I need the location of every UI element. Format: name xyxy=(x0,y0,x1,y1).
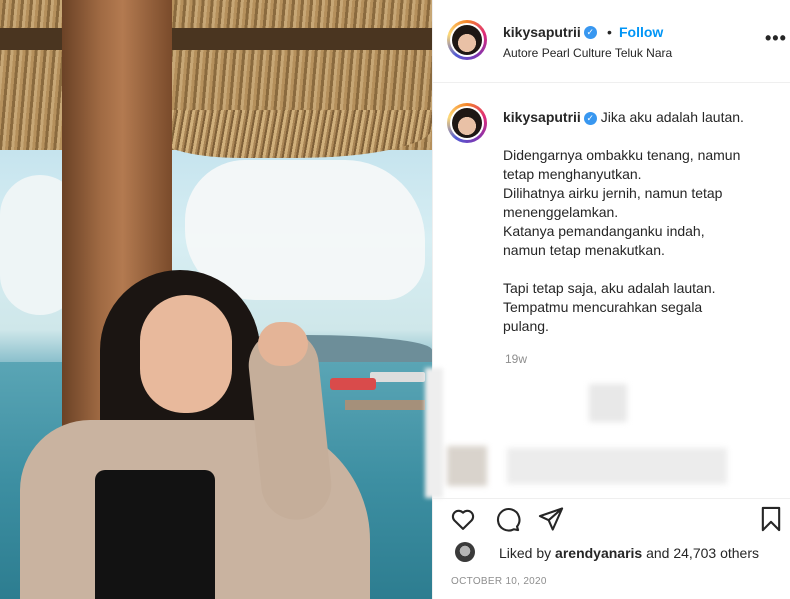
blurred-region xyxy=(589,384,627,422)
blurred-comment-text xyxy=(507,448,727,484)
avatar-image xyxy=(452,25,482,55)
photo-person-hand xyxy=(258,322,308,366)
photo-pier xyxy=(345,400,425,410)
photo-person-top xyxy=(95,470,215,599)
post-side-panel: kikysaputrii ✓ • Follow Autore Pearl Cult… xyxy=(425,0,790,599)
share-icon[interactable] xyxy=(537,505,565,533)
follow-button[interactable]: Follow xyxy=(619,24,663,40)
photo-cloud xyxy=(185,160,425,300)
liker-avatar[interactable] xyxy=(455,542,475,562)
blurred-region xyxy=(425,368,443,498)
instagram-post: kikysaputrii ✓ • Follow Autore Pearl Cult… xyxy=(0,0,790,599)
heart-icon[interactable] xyxy=(449,505,477,533)
caption-line: namun tetap menakutkan. xyxy=(503,242,665,258)
verified-badge-icon: ✓ xyxy=(583,26,597,40)
caption-line: Katanya pemandanganku indah, xyxy=(503,223,705,239)
caption-line: menenggelamkan. xyxy=(503,204,619,220)
header-username[interactable]: kikysaputrii xyxy=(503,24,581,40)
liker-username[interactable]: arendyanaris xyxy=(555,545,642,561)
avatar-image xyxy=(452,108,482,138)
photo-boat xyxy=(330,378,376,390)
likes-text[interactable]: Liked by arendyanaris and 24,703 others xyxy=(499,545,790,561)
more-options-icon[interactable]: ••• xyxy=(765,28,787,49)
header-username-wrap: kikysaputrii ✓ xyxy=(503,24,597,42)
caption-text: Jika aku adalah lautan. xyxy=(600,109,744,125)
caption-line: Dilihatnya airku jernih, namun tetap xyxy=(503,185,723,201)
action-bar xyxy=(433,498,790,539)
caption-first-line: kikysaputrii ✓ Jika aku adalah lautan. xyxy=(503,108,773,127)
caption-avatar[interactable] xyxy=(447,103,487,143)
photo-boat xyxy=(370,372,425,382)
location-link[interactable]: Autore Pearl Culture Teluk Nara xyxy=(503,46,672,60)
bookmark-icon[interactable] xyxy=(757,505,785,533)
caption-username[interactable]: kikysaputrii xyxy=(503,109,581,125)
photo-roof-edge xyxy=(160,110,432,158)
caption-line: Didengarnya ombakku tenang, namun xyxy=(503,147,741,163)
caption: kikysaputrii ✓ Jika aku adalah lautan. Di… xyxy=(503,108,773,336)
photo-person-face xyxy=(140,295,232,413)
avatar[interactable] xyxy=(447,20,487,60)
caption-line: Tempatmu mencurahkan segala xyxy=(503,299,703,315)
caption-line: Tapi tetap saja, aku adalah lautan. xyxy=(503,280,716,296)
blurred-comment-avatar xyxy=(447,446,487,486)
post-date: OCTOBER 10, 2020 xyxy=(451,576,547,587)
verified-badge-icon: ✓ xyxy=(583,111,597,125)
caption-line: tetap menghanyutkan. xyxy=(503,166,642,182)
post-header: kikysaputrii ✓ • Follow Autore Pearl Cult… xyxy=(433,0,790,83)
post-age[interactable]: 19w xyxy=(505,352,527,366)
caption-line: pulang. xyxy=(503,318,549,334)
separator-dot: • xyxy=(607,24,612,40)
post-photo[interactable] xyxy=(0,0,432,599)
comment-icon[interactable] xyxy=(493,505,521,533)
